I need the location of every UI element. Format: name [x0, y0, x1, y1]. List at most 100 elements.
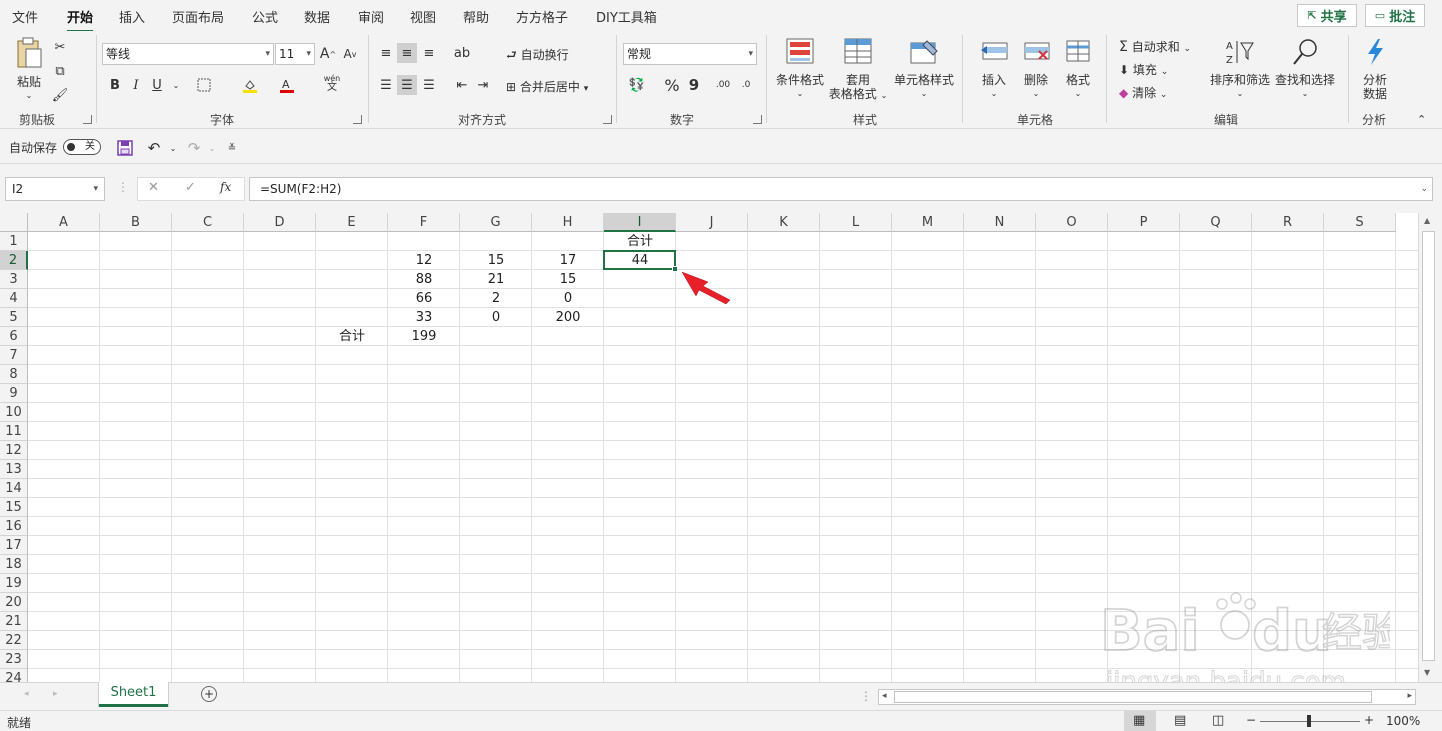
row-header-2[interactable]: 2: [0, 251, 28, 270]
row-header-7[interactable]: 7: [0, 346, 28, 365]
column-header-f[interactable]: F: [388, 213, 460, 232]
sheet-tab-sheet1[interactable]: Sheet1: [99, 682, 168, 707]
autosum-button[interactable]: Σ 自动求和 ⌄: [1119, 38, 1191, 55]
tab-3[interactable]: 页面布局: [172, 7, 224, 26]
cell-h4[interactable]: 0: [532, 289, 604, 308]
active-cell-selection[interactable]: [603, 250, 676, 270]
currency-icon[interactable]: 💱: [627, 75, 647, 95]
format-cells-button[interactable]: 格式 ⌄: [1059, 37, 1097, 101]
cell-g4[interactable]: 2: [460, 289, 532, 308]
row-header-10[interactable]: 10: [0, 403, 28, 422]
tab-0[interactable]: 文件: [12, 7, 38, 26]
row-header-23[interactable]: 23: [0, 650, 28, 669]
name-box[interactable]: I2 ▾: [5, 177, 105, 201]
page-layout-view-icon[interactable]: ▤: [1174, 713, 1186, 728]
underline-button[interactable]: U: [147, 75, 167, 95]
cancel-icon[interactable]: ✕: [148, 180, 159, 195]
horizontal-scroll-thumb[interactable]: [894, 691, 1372, 703]
vertical-scrollbar[interactable]: ▲ ▼: [1418, 213, 1438, 682]
italic-button[interactable]: I: [126, 75, 146, 95]
chevron-down-icon[interactable]: ⌄: [163, 138, 183, 158]
percent-button[interactable]: %: [662, 75, 682, 95]
number-launcher-icon[interactable]: [753, 115, 762, 124]
cell-e6[interactable]: 合计: [316, 327, 388, 346]
conditional-formatting-button[interactable]: 条件格式 ⌄: [773, 37, 827, 101]
row-header-4[interactable]: 4: [0, 289, 28, 308]
alignment-launcher-icon[interactable]: [603, 115, 612, 124]
cell-h3[interactable]: 15: [532, 270, 604, 289]
tab-2[interactable]: 插入: [119, 7, 145, 26]
scroll-right-icon[interactable]: ▸: [1407, 691, 1412, 701]
row-header-13[interactable]: 13: [0, 460, 28, 479]
cell-g3[interactable]: 21: [460, 270, 532, 289]
insert-cells-button[interactable]: 插入 ⌄: [975, 37, 1013, 101]
copy-icon[interactable]: ⧉: [50, 61, 70, 81]
font-name-dropdown[interactable]: 等线 ▾: [102, 43, 274, 65]
format-painter-icon[interactable]: 🖌: [50, 85, 70, 105]
save-icon[interactable]: [115, 138, 135, 158]
column-header-h[interactable]: H: [532, 213, 604, 232]
row-header-11[interactable]: 11: [0, 422, 28, 441]
cell-f4[interactable]: 66: [388, 289, 460, 308]
row-header-22[interactable]: 22: [0, 631, 28, 650]
column-header-j[interactable]: J: [676, 213, 748, 232]
column-header-e[interactable]: E: [316, 213, 388, 232]
tab-1[interactable]: 开始: [67, 7, 94, 33]
row-header-5[interactable]: 5: [0, 308, 28, 327]
cell-styles-button[interactable]: 单元格样式 ⌄: [892, 37, 956, 101]
cell-h5[interactable]: 200: [532, 308, 604, 327]
align-bottom-icon[interactable]: ≡: [419, 43, 439, 63]
tab-8[interactable]: 帮助: [463, 7, 489, 26]
delete-cells-button[interactable]: 删除 ⌄: [1017, 37, 1055, 101]
redo-icon[interactable]: ↷: [184, 138, 204, 158]
tab-10[interactable]: DIY工具箱: [596, 7, 657, 26]
drag-handle-icon[interactable]: ⋮: [117, 180, 129, 194]
chevron-down-icon[interactable]: ⌄: [202, 138, 222, 158]
fill-button[interactable]: ⬇ 填充 ⌄: [1119, 61, 1168, 78]
clipboard-launcher-icon[interactable]: [83, 115, 92, 124]
row-header-17[interactable]: 17: [0, 536, 28, 555]
align-top-icon[interactable]: ≡: [376, 43, 396, 63]
tab-5[interactable]: 数据: [304, 7, 330, 26]
row-header-15[interactable]: 15: [0, 498, 28, 517]
row-header-12[interactable]: 12: [0, 441, 28, 460]
row-header-9[interactable]: 9: [0, 384, 28, 403]
formula-input[interactable]: =SUM(F2:H2) ⌄: [249, 177, 1433, 201]
column-header-q[interactable]: Q: [1180, 213, 1252, 232]
row-header-6[interactable]: 6: [0, 327, 28, 346]
font-launcher-icon[interactable]: [353, 115, 362, 124]
align-middle-icon[interactable]: ≡: [397, 43, 417, 63]
align-left-icon[interactable]: ☰: [376, 75, 396, 95]
cell-f2[interactable]: 12: [388, 251, 460, 270]
column-header-i[interactable]: I: [604, 213, 676, 232]
tab-7[interactable]: 视图: [410, 7, 436, 26]
cell-i1[interactable]: 合计: [604, 232, 676, 251]
column-header-r[interactable]: R: [1252, 213, 1324, 232]
add-sheet-icon[interactable]: +: [201, 686, 217, 702]
fill-color-icon[interactable]: [240, 75, 260, 95]
paste-button[interactable]: 粘贴 ⌄: [12, 37, 46, 103]
zoom-level[interactable]: 100%: [1386, 714, 1420, 728]
autosave-toggle[interactable]: 关: [63, 139, 101, 155]
column-header-c[interactable]: C: [172, 213, 244, 232]
zoom-out-icon[interactable]: −: [1246, 713, 1256, 727]
align-center-icon[interactable]: ☰: [397, 75, 417, 95]
decrease-decimal-icon[interactable]: .0: [736, 75, 756, 95]
column-header-k[interactable]: K: [748, 213, 820, 232]
number-format-dropdown[interactable]: 常规 ▾: [623, 43, 757, 65]
column-header-m[interactable]: M: [892, 213, 964, 232]
orientation-icon[interactable]: ab: [452, 43, 472, 63]
analyze-data-button[interactable]: 分析 数据: [1356, 37, 1394, 101]
font-size-dropdown[interactable]: 11 ▾: [275, 43, 315, 65]
column-header-b[interactable]: B: [100, 213, 172, 232]
prev-sheet-icon[interactable]: ◂: [24, 689, 29, 699]
shrink-font-button[interactable]: Av: [340, 44, 360, 64]
cut-icon[interactable]: ✂: [50, 37, 70, 57]
row-header-8[interactable]: 8: [0, 365, 28, 384]
align-right-icon[interactable]: ☰: [419, 75, 439, 95]
insert-function-button[interactable]: fx: [220, 180, 231, 194]
tab-6[interactable]: 审阅: [358, 7, 384, 26]
scroll-left-icon[interactable]: ◂: [882, 691, 887, 701]
column-header-n[interactable]: N: [964, 213, 1036, 232]
normal-view-button[interactable]: ▦: [1124, 711, 1156, 731]
